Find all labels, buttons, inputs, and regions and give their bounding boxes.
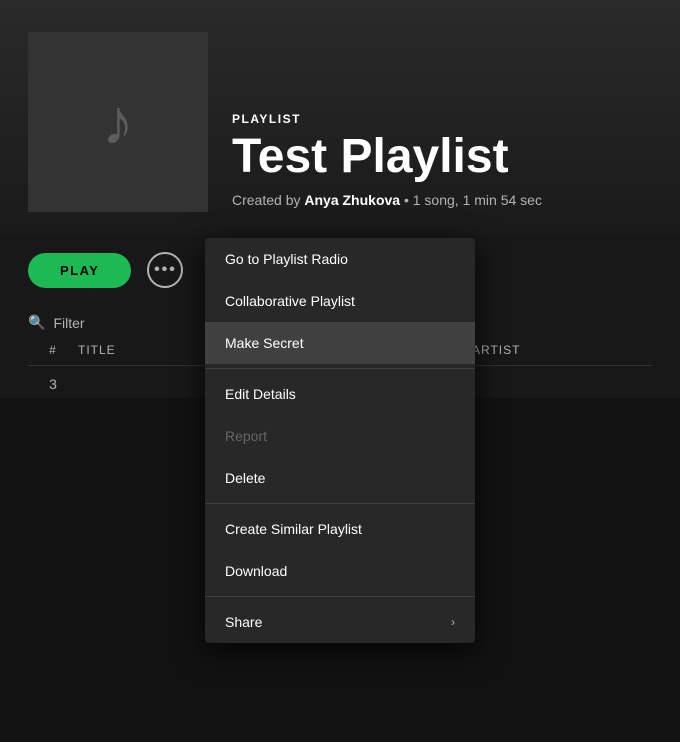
context-menu: Go to Playlist Radio Collaborative Playl…	[205, 238, 475, 643]
menu-item-label: Delete	[225, 470, 265, 486]
col-artist-header: ARTIST	[472, 343, 652, 357]
more-dots-icon: •••	[154, 262, 177, 278]
menu-item-delete[interactable]: Delete	[205, 457, 475, 499]
chevron-right-icon: ›	[451, 615, 455, 629]
search-icon: 🔍	[28, 314, 45, 331]
menu-item-label: Share	[225, 614, 262, 630]
more-options-button[interactable]: •••	[147, 252, 183, 288]
track-number: 3	[28, 376, 78, 392]
menu-item-collaborative-playlist[interactable]: Collaborative Playlist	[205, 280, 475, 322]
menu-item-label: Download	[225, 563, 287, 579]
menu-item-label: Collaborative Playlist	[225, 293, 355, 309]
col-num-header: #	[28, 343, 78, 357]
playlist-meta: Created by Anya Zhukova • 1 song, 1 min …	[232, 192, 652, 208]
menu-divider-2	[205, 503, 475, 504]
menu-divider-3	[205, 596, 475, 597]
menu-item-label: Report	[225, 428, 267, 444]
menu-item-label: Edit Details	[225, 386, 296, 402]
menu-divider-1	[205, 368, 475, 369]
creator-name: Anya Zhukova	[304, 192, 400, 208]
filter-placeholder: Filter	[53, 315, 84, 331]
playlist-title: Test Playlist	[232, 132, 652, 182]
music-note-icon: ♪	[102, 85, 134, 159]
created-by-text: Created by	[232, 192, 300, 208]
menu-item-label: Go to Playlist Radio	[225, 251, 348, 267]
header-info: PLAYLIST Test Playlist Created by Anya Z…	[232, 112, 652, 212]
menu-item-go-to-playlist-radio[interactable]: Go to Playlist Radio	[205, 238, 475, 280]
header-section: ♪ PLAYLIST Test Playlist Created by Anya…	[0, 0, 680, 236]
menu-item-make-secret[interactable]: Make Secret	[205, 322, 475, 364]
playlist-label: PLAYLIST	[232, 112, 652, 126]
album-art: ♪	[28, 32, 208, 212]
menu-item-share[interactable]: Share ›	[205, 601, 475, 643]
menu-item-create-similar-playlist[interactable]: Create Similar Playlist	[205, 508, 475, 550]
menu-item-label: Make Secret	[225, 335, 304, 351]
meta-text: • 1 song, 1 min 54 sec	[404, 192, 542, 208]
menu-item-edit-details[interactable]: Edit Details	[205, 373, 475, 415]
menu-item-download[interactable]: Download	[205, 550, 475, 592]
play-button[interactable]: PLAY	[28, 253, 131, 288]
menu-item-label: Create Similar Playlist	[225, 521, 362, 537]
menu-item-report: Report	[205, 415, 475, 457]
